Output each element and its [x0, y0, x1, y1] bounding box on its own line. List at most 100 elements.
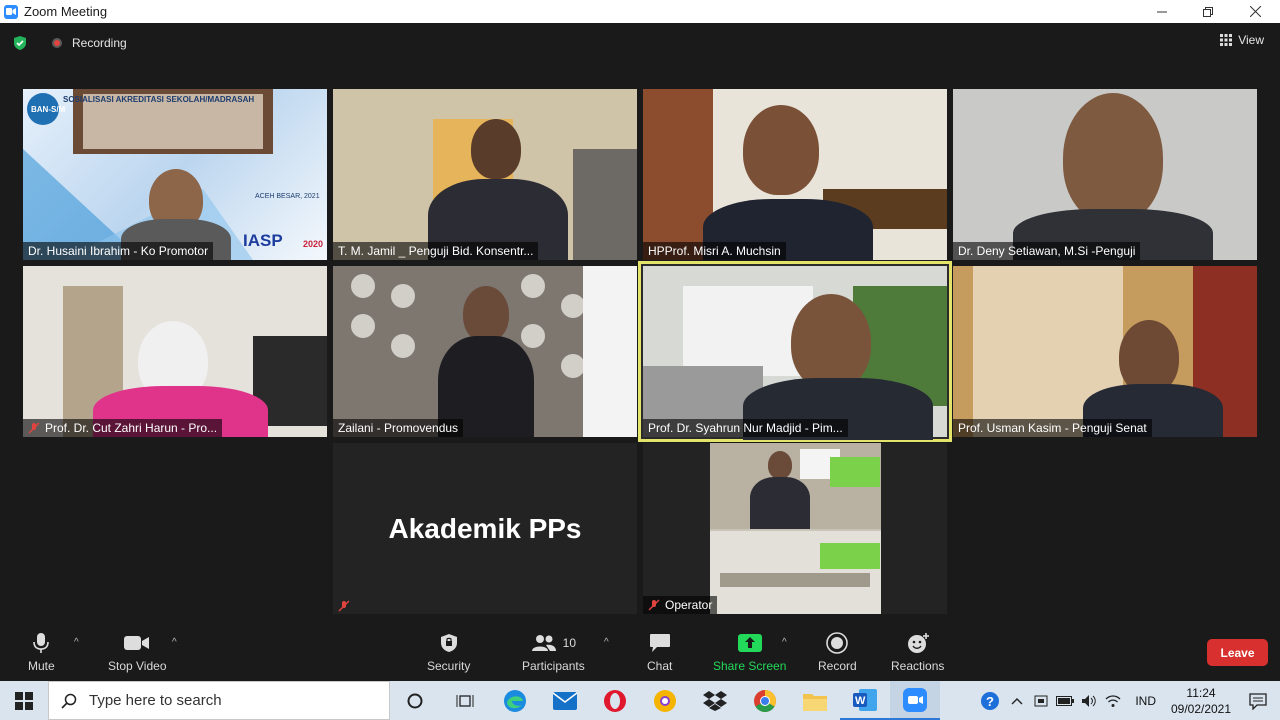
- file-explorer-app[interactable]: [790, 681, 840, 720]
- zoom-taskbar-icon: [903, 687, 927, 712]
- iasp-year: 2020: [303, 239, 324, 249]
- minimize-button[interactable]: [1139, 0, 1185, 23]
- restore-button[interactable]: [1185, 0, 1231, 23]
- microphone-icon: [33, 633, 50, 653]
- video-tile-3[interactable]: HPProf. Misri A. Muchsin: [643, 89, 947, 260]
- participants-options-caret-icon[interactable]: ^: [604, 637, 609, 648]
- video-tile-4[interactable]: Dr. Deny Setiawan, M.Si -Penguji: [953, 89, 1257, 260]
- video-options-caret-icon[interactable]: ^: [172, 637, 177, 648]
- input-language[interactable]: IND: [1135, 694, 1156, 708]
- chrome-canary-app[interactable]: [640, 681, 690, 720]
- video-tile-5[interactable]: Prof. Dr. Cut Zahri Harun - Pro...: [23, 266, 327, 437]
- participant-name: Operator: [643, 596, 718, 614]
- system-tray: ? IND 11:24 09/02/2021: [975, 681, 1280, 720]
- participants-button[interactable]: 10 Participants: [522, 631, 585, 673]
- participant-display-name: Akademik PPs: [333, 443, 637, 614]
- search-placeholder: Type here to search: [89, 692, 222, 709]
- video-tile-8[interactable]: Prof. Usman Kasim - Penguji Senat: [953, 266, 1257, 437]
- browser-yellow-icon: [654, 689, 676, 712]
- windows-taskbar: Type here to search W ? IND 11:24 09/02/…: [0, 681, 1280, 720]
- dropbox-icon: [703, 690, 727, 711]
- taskbar-clock[interactable]: 11:24 09/02/2021: [1166, 685, 1236, 717]
- video-tile-6[interactable]: Zailani - Promovendus: [333, 266, 637, 437]
- view-label: View: [1238, 33, 1264, 47]
- svg-text:W: W: [855, 695, 866, 707]
- participant-name: Dr. Husaini Ibrahim - Ko Promotor: [23, 242, 214, 260]
- reactions-smiley-icon: [907, 633, 929, 653]
- device-tray-button[interactable]: [1029, 681, 1053, 720]
- search-icon: [61, 693, 77, 709]
- task-view-icon: [456, 694, 474, 707]
- volume-button[interactable]: [1077, 681, 1101, 720]
- video-tile-2[interactable]: T. M. Jamil _ Penguji Bid. Konsentr...: [333, 89, 637, 260]
- grid-view-icon: [1220, 34, 1233, 46]
- share-screen-button[interactable]: Share Screen: [713, 631, 786, 673]
- show-hidden-icons-button[interactable]: [1005, 681, 1029, 720]
- zoom-app-icon: [4, 4, 18, 19]
- leave-button[interactable]: Leave: [1207, 639, 1268, 666]
- video-feed: [23, 266, 327, 437]
- meeting-area: Recording View BAN-S/M SOSIALISASI AKRED…: [0, 23, 1280, 623]
- cortana-button[interactable]: [390, 681, 440, 720]
- opera-app[interactable]: [590, 681, 640, 720]
- battery-icon: [1056, 695, 1075, 706]
- chevron-up-icon: [1011, 697, 1023, 704]
- video-tile-9-video-off[interactable]: Akademik PPs: [333, 443, 637, 614]
- chrome-app[interactable]: [740, 681, 790, 720]
- folder-icon: [803, 693, 827, 711]
- record-button[interactable]: Record: [818, 631, 857, 673]
- video-tile-7-active-speaker[interactable]: Prof. Dr. Syahrun Nur Madjid - Pim...: [638, 261, 952, 442]
- video-feed: [333, 89, 637, 260]
- mail-envelope-icon: [553, 691, 577, 710]
- muted-mic-icon: [28, 422, 40, 434]
- mute-button[interactable]: Mute: [28, 631, 55, 673]
- taskbar-search-box[interactable]: Type here to search: [48, 681, 390, 720]
- window-title: Zoom Meeting: [24, 4, 108, 19]
- word-app[interactable]: W: [840, 681, 890, 720]
- battery-button[interactable]: [1053, 681, 1077, 720]
- task-view-button[interactable]: [440, 681, 490, 720]
- participant-name: HPProf. Misri A. Muchsin: [643, 242, 786, 260]
- participant-mute-status: [333, 598, 355, 614]
- record-icon: [826, 632, 849, 654]
- video-feed: [643, 89, 947, 260]
- zoom-app[interactable]: [890, 681, 940, 720]
- audio-options-caret-icon[interactable]: ^: [74, 637, 79, 648]
- notifications-button[interactable]: [1236, 681, 1280, 720]
- reactions-label: Reactions: [891, 659, 945, 673]
- video-feed: [953, 89, 1257, 260]
- share-options-caret-icon[interactable]: ^: [782, 637, 787, 648]
- video-tile-1[interactable]: BAN-S/M SOSIALISASI AKREDITASI SEKOLAH/M…: [23, 89, 327, 260]
- video-feed: [710, 443, 881, 614]
- reactions-button[interactable]: Reactions: [891, 631, 944, 673]
- video-feed: [643, 266, 947, 440]
- recording-indicator-icon: [52, 38, 62, 48]
- wifi-icon: [1105, 694, 1121, 707]
- network-button[interactable]: [1101, 681, 1125, 720]
- muted-mic-icon: [338, 600, 350, 612]
- tile1-location: ACEH BESAR, 2021: [255, 193, 320, 200]
- chat-bubble-icon: [649, 634, 670, 652]
- chrome-browser-icon: [754, 689, 776, 712]
- help-tray-button[interactable]: ?: [975, 681, 1005, 720]
- iasp-logo: IASP: [243, 231, 283, 250]
- speaker-volume-icon: [1082, 694, 1097, 707]
- edge-app[interactable]: [490, 681, 540, 720]
- muted-mic-icon: [648, 599, 660, 611]
- share-screen-label: Share Screen: [713, 659, 787, 673]
- video-tile-10[interactable]: Operator: [643, 443, 947, 614]
- participant-name: Zailani - Promovendus: [333, 419, 464, 437]
- dropbox-app[interactable]: [690, 681, 740, 720]
- close-button[interactable]: [1232, 0, 1278, 23]
- action-center-icon: [1249, 692, 1267, 710]
- start-button[interactable]: [0, 681, 48, 720]
- security-button[interactable]: Security: [427, 631, 470, 673]
- chat-button[interactable]: Chat: [647, 631, 672, 673]
- mail-app[interactable]: [540, 681, 590, 720]
- security-shield-icon: [440, 634, 457, 652]
- view-button[interactable]: View: [1220, 33, 1264, 47]
- stop-video-button[interactable]: Stop Video: [108, 631, 167, 673]
- svg-text:?: ?: [986, 694, 994, 709]
- help-question-icon: ?: [981, 691, 1000, 710]
- encryption-shield-icon[interactable]: [12, 35, 28, 51]
